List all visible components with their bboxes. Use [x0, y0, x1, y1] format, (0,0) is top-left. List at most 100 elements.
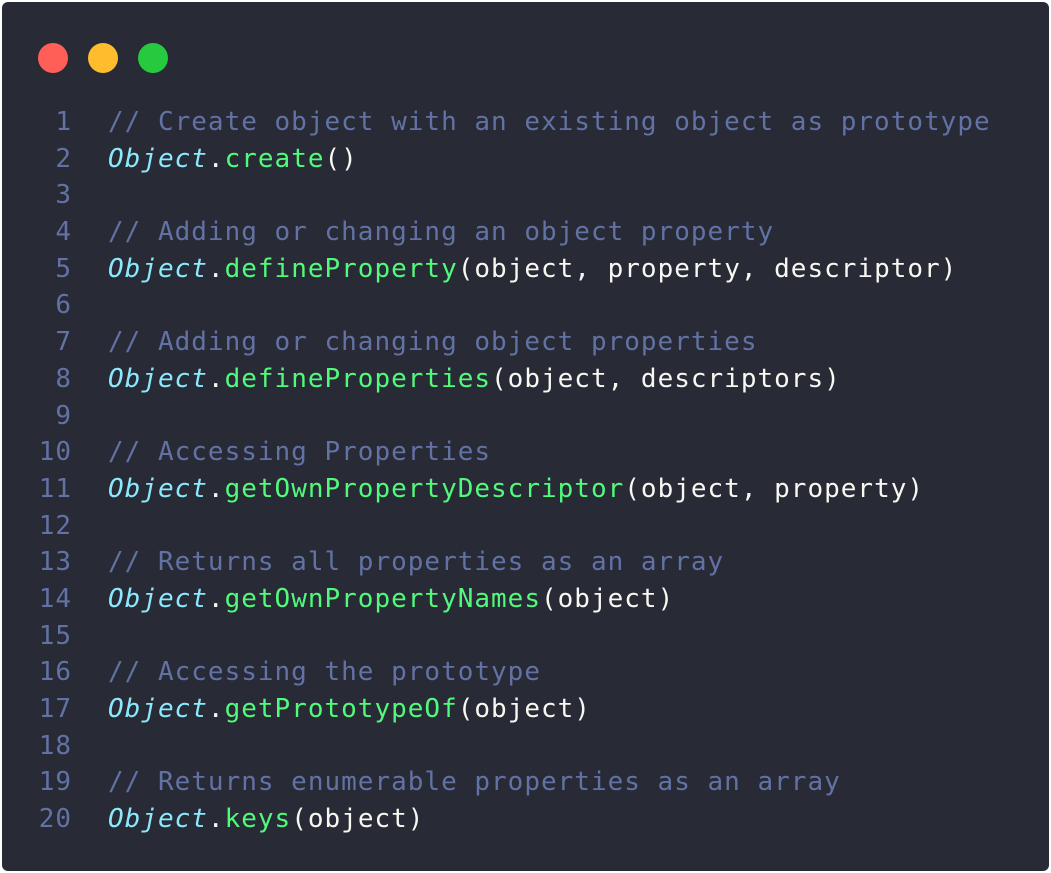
- line-number: 17: [38, 694, 72, 724]
- line-content: Object.getOwnPropertyDescriptor(object, …: [108, 471, 1049, 508]
- code-line: 17 Object.getPrototypeOf(object): [2, 691, 1049, 728]
- line-number: 10: [38, 437, 72, 468]
- object-identifier: Object: [108, 363, 208, 394]
- code-line: 3: [2, 177, 1049, 214]
- code-line: 18: [2, 728, 1049, 765]
- code-line: 12: [2, 508, 1049, 545]
- object-identifier: Object: [108, 143, 208, 174]
- code-line: 20 Object.keys(object): [2, 801, 1049, 838]
- line-content: Object.getPrototypeOf(object): [108, 691, 1049, 728]
- code-comment: // Adding or changing object properties: [108, 327, 758, 358]
- line-content: // Accessing Properties: [108, 434, 1049, 471]
- line-content: Object.defineProperty(object, property, …: [108, 251, 1049, 288]
- method-arguments: (object, property, descriptor): [457, 253, 958, 284]
- code-line: 11 Object.getOwnPropertyDescriptor(object…: [2, 471, 1049, 508]
- member-dot: .: [207, 143, 225, 174]
- method-arguments: (object): [291, 804, 425, 835]
- code-line: 19 // Returns enumerable properties as an…: [2, 764, 1049, 801]
- code-line: 9: [2, 398, 1049, 435]
- line-content: Object.create(): [108, 141, 1049, 178]
- code-line: 6: [2, 287, 1049, 324]
- member-dot: .: [207, 583, 225, 614]
- line-number: 15: [38, 620, 72, 651]
- line-content: // Adding or changing object properties: [108, 324, 1049, 361]
- method-arguments: (object): [541, 583, 675, 614]
- method-name: create: [224, 143, 325, 174]
- line-number: 6: [55, 290, 72, 321]
- line-number: 18: [38, 730, 72, 761]
- code-line: 2 Object.create(): [2, 141, 1049, 178]
- line-number: 16: [38, 657, 72, 688]
- code-comment: // Returns all properties as an array: [108, 547, 725, 578]
- object-identifier: Object: [108, 583, 208, 614]
- code-line: 7 // Adding or changing object properties: [2, 324, 1049, 361]
- method-arguments: (object): [457, 694, 591, 724]
- code-line: 14 Object.getOwnPropertyNames(object): [2, 581, 1049, 618]
- line-number: 3: [55, 180, 72, 211]
- method-name: keys: [224, 804, 292, 835]
- line-content: [108, 287, 1049, 324]
- method-name: defineProperty: [224, 253, 458, 284]
- code-line: 1 // Create object with an existing objec…: [2, 104, 1049, 141]
- line-content: [108, 508, 1049, 545]
- object-identifier: Object: [108, 473, 208, 504]
- code-comment: // Accessing Properties: [108, 437, 492, 468]
- code-line: 15: [2, 618, 1049, 655]
- code-line: 13 // Returns all properties as an array: [2, 544, 1049, 581]
- line-content: Object.keys(object): [108, 801, 1049, 838]
- member-dot: .: [207, 694, 225, 724]
- code-line: 4 // Adding or changing an object propert…: [2, 214, 1049, 251]
- maximize-button[interactable]: [138, 43, 168, 73]
- line-number: 5: [55, 253, 72, 284]
- line-number: 8: [55, 363, 72, 394]
- minimize-button[interactable]: [88, 43, 118, 73]
- line-number: 1: [55, 107, 72, 137]
- line-content: [108, 398, 1049, 435]
- code-line: 16 // Accessing the prototype: [2, 654, 1049, 691]
- code-line: 5 Object.defineProperty(object, property,…: [2, 251, 1049, 288]
- line-content: [108, 177, 1049, 214]
- line-number: 11: [38, 473, 72, 504]
- line-number: 14: [38, 583, 72, 614]
- line-number: 2: [55, 143, 72, 174]
- line-number: 13: [38, 547, 72, 578]
- line-content: [108, 618, 1049, 655]
- code-comment: // Adding or changing an object property: [108, 217, 775, 248]
- object-identifier: Object: [108, 694, 208, 724]
- member-dot: .: [207, 804, 225, 835]
- code-comment: // Accessing the prototype: [108, 657, 541, 688]
- member-dot: .: [207, 253, 225, 284]
- code-line: 10 // Accessing Properties: [2, 434, 1049, 471]
- method-name: defineProperties: [224, 363, 492, 394]
- method-name: getOwnPropertyNames: [224, 583, 541, 614]
- code-block: 1 // Create object with an existing objec…: [2, 104, 1049, 838]
- object-identifier: Object: [108, 804, 208, 835]
- line-content: // Accessing the prototype: [108, 654, 1049, 691]
- method-name: getOwnPropertyDescriptor: [224, 473, 625, 504]
- code-window: 1 // Create object with an existing objec…: [2, 2, 1049, 871]
- method-arguments: (object, property): [624, 473, 925, 504]
- member-dot: .: [207, 473, 225, 504]
- line-number: 12: [38, 510, 72, 541]
- line-content: Object.defineProperties(object, descript…: [108, 361, 1049, 398]
- line-number: 20: [38, 804, 72, 835]
- window-controls: [38, 43, 168, 73]
- line-content: [108, 728, 1049, 765]
- line-content: // Adding or changing an object property: [108, 214, 1049, 251]
- method-arguments: (): [324, 143, 358, 174]
- member-dot: .: [207, 363, 225, 394]
- line-content: Object.getOwnPropertyNames(object): [108, 581, 1049, 618]
- code-comment: // Create object with an existing object…: [108, 107, 991, 137]
- line-number: 4: [55, 217, 72, 248]
- close-button[interactable]: [38, 43, 68, 73]
- line-number: 9: [55, 400, 72, 431]
- object-identifier: Object: [108, 253, 208, 284]
- code-comment: // Returns enumerable properties as an a…: [108, 767, 841, 798]
- line-content: // Returns all properties as an array: [108, 544, 1049, 581]
- line-number: 19: [38, 767, 72, 798]
- line-number: 7: [55, 327, 72, 358]
- code-line: 8 Object.defineProperties(object, descrip…: [2, 361, 1049, 398]
- line-content: // Returns enumerable properties as an a…: [108, 764, 1049, 801]
- method-arguments: (object, descriptors): [491, 363, 841, 394]
- line-content: // Create object with an existing object…: [108, 104, 1049, 141]
